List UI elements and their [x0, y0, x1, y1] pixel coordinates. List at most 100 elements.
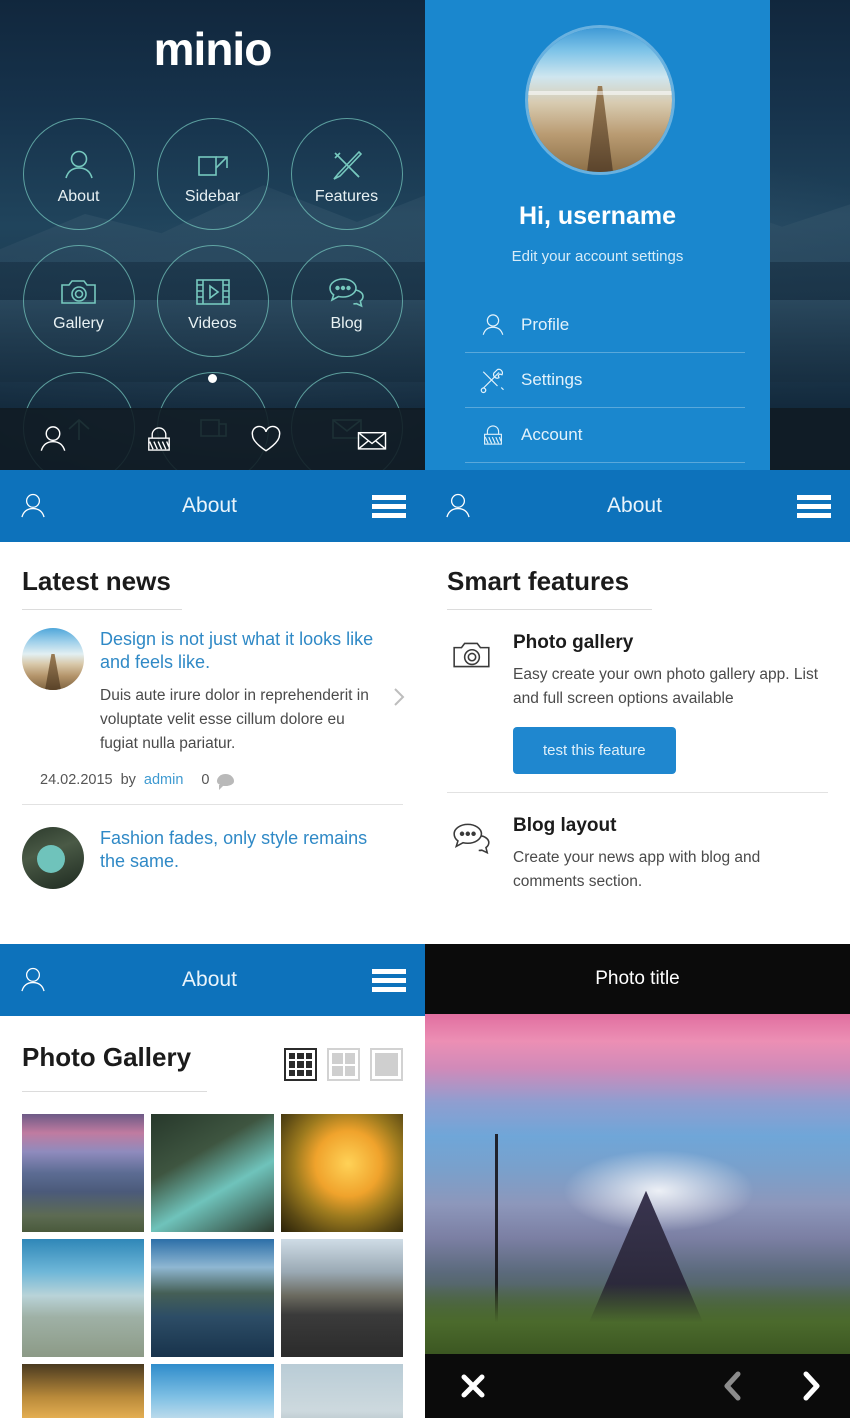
burger-line: [372, 494, 406, 500]
grid-cell: [289, 1061, 296, 1068]
gallery-photo[interactable]: [22, 1239, 145, 1357]
tabbar-user-icon[interactable]: [30, 419, 76, 459]
home-tile-blog[interactable]: Blog: [290, 245, 403, 357]
drawer-item-account[interactable]: Account: [465, 408, 745, 463]
burger-line: [372, 977, 406, 983]
burger-line: [372, 512, 406, 518]
gallery-photo[interactable]: [151, 1239, 274, 1357]
home-tile-about[interactable]: About: [22, 118, 135, 230]
greeting-subtitle: Edit your account settings: [511, 248, 684, 265]
photo-viewer-panel: Photo title: [425, 944, 850, 1418]
feature-description: Create your news app with blog and comme…: [513, 849, 761, 891]
news-title[interactable]: Fashion fades, only style remains the sa…: [100, 827, 377, 873]
grid-cell: [332, 1053, 343, 1064]
close-icon[interactable]: [425, 1371, 520, 1401]
app-mockup-canvas: minio About Sidebar Features Gallery Vid…: [0, 0, 850, 1418]
page-title: Latest news: [22, 566, 171, 596]
home-tile-sidebar[interactable]: Sidebar: [156, 118, 269, 230]
gallery-photo[interactable]: [280, 1364, 403, 1418]
chevron-left-icon[interactable]: [694, 1369, 772, 1403]
viewer-controls: [425, 1354, 850, 1418]
news-comment-count: 0: [201, 772, 210, 789]
page-title: Smart features: [447, 566, 630, 596]
tools-icon: [465, 365, 521, 395]
grid-cell: [297, 1061, 304, 1068]
navbar-user-icon[interactable]: [0, 489, 66, 523]
latest-news-panel: Latest news Design is not just what it l…: [0, 542, 425, 944]
burger-line: [372, 986, 406, 992]
chevron-right-icon[interactable]: [772, 1369, 850, 1403]
tabbar-heart-icon[interactable]: [243, 419, 289, 459]
avatar[interactable]: [525, 25, 675, 175]
tabbar-lock-icon[interactable]: [136, 419, 182, 459]
gallery-photo[interactable]: [22, 1364, 145, 1418]
drawer-item-settings[interactable]: Settings: [465, 353, 745, 408]
feature-description: Easy create your own photo gallery app. …: [513, 666, 819, 708]
gallery-photo[interactable]: [151, 1114, 274, 1232]
grid-cell: [344, 1053, 355, 1064]
news-excerpt: Duis aute irure dolor in reprehenderit i…: [100, 687, 369, 753]
gallery-photo[interactable]: [151, 1364, 274, 1418]
gallery-photo[interactable]: [280, 1114, 403, 1232]
pager-indicator[interactable]: [0, 374, 425, 383]
home-tile-label: Videos: [188, 315, 237, 332]
test-this-feature-button[interactable]: test this feature: [513, 727, 676, 775]
smart-features-panel: Smart features Photo gallery Easy create…: [425, 542, 850, 944]
burger-line: [797, 512, 831, 518]
news-list-item[interactable]: Design is not just what it looks like an…: [0, 610, 425, 756]
feature-body: Photo gallery Easy create your own photo…: [513, 632, 828, 775]
gallery-header: Photo Gallery: [0, 1016, 425, 1081]
viewer-title: Photo title: [595, 968, 680, 989]
gallery-photo[interactable]: [280, 1239, 403, 1357]
navbar-user-icon[interactable]: [425, 489, 491, 523]
grid-cell: [289, 1053, 296, 1060]
home-tile-label: About: [57, 188, 100, 205]
drawer-item-label: Settings: [521, 370, 583, 389]
news-title[interactable]: Design is not just what it looks like an…: [100, 628, 377, 674]
navbar-user-icon[interactable]: [0, 963, 66, 997]
navbar-news: About: [0, 470, 425, 542]
view-mode-grid-3[interactable]: [284, 1048, 317, 1081]
comment-icon: [326, 270, 368, 314]
user-icon: [465, 310, 521, 340]
hamburger-icon[interactable]: [353, 965, 425, 996]
grid-cell: [305, 1053, 312, 1060]
grid-cell: [344, 1065, 355, 1076]
view-mode-single[interactable]: [370, 1048, 403, 1081]
tree-trunk: [495, 1134, 498, 1334]
home-screen-panel: minio About Sidebar Features Gallery Vid…: [0, 0, 425, 470]
camera-icon: [58, 270, 100, 314]
drawer-item-profile[interactable]: Profile: [465, 298, 745, 353]
sidebar-icon: [193, 143, 233, 187]
news-author[interactable]: admin: [144, 772, 184, 788]
title-underline: [22, 1091, 207, 1092]
tabbar-envelope-icon[interactable]: [349, 419, 395, 459]
news-list-item[interactable]: Fashion fades, only style remains the sa…: [0, 805, 425, 890]
hamburger-icon[interactable]: [778, 491, 850, 522]
home-tile-features[interactable]: Features: [290, 118, 403, 230]
pager-dot-active[interactable]: [208, 374, 217, 383]
viewer-photo[interactable]: [425, 1014, 850, 1354]
news-meta: 24.02.2015 by admin 0: [0, 772, 425, 791]
feature-title: Photo gallery: [513, 632, 634, 653]
comment-bubble-icon: [217, 774, 235, 791]
comment-icon: [447, 815, 513, 894]
home-tile-videos[interactable]: Videos: [156, 245, 269, 357]
photo-gallery-panel: Photo Gallery: [0, 1016, 425, 1418]
grid-cell: [305, 1061, 312, 1068]
drawer-menu: Profile Settings Account: [465, 298, 745, 463]
home-tile-gallery[interactable]: Gallery: [22, 245, 135, 357]
grid-cell: [305, 1069, 312, 1076]
grid-cell: [297, 1053, 304, 1060]
news-thumbnail: [22, 628, 84, 690]
account-drawer: Hi, username Edit your account settings …: [425, 0, 770, 470]
feature-body: Blog layout Create your news app with bl…: [513, 815, 828, 894]
gallery-photo[interactable]: [22, 1114, 145, 1232]
chevron-right-icon[interactable]: [389, 682, 409, 712]
burger-line: [797, 503, 831, 509]
grid-cell: [289, 1069, 296, 1076]
hamburger-icon[interactable]: [353, 491, 425, 522]
view-mode-grid-2[interactable]: [327, 1048, 360, 1081]
video-icon: [192, 270, 234, 314]
grid-cell: [332, 1065, 343, 1076]
